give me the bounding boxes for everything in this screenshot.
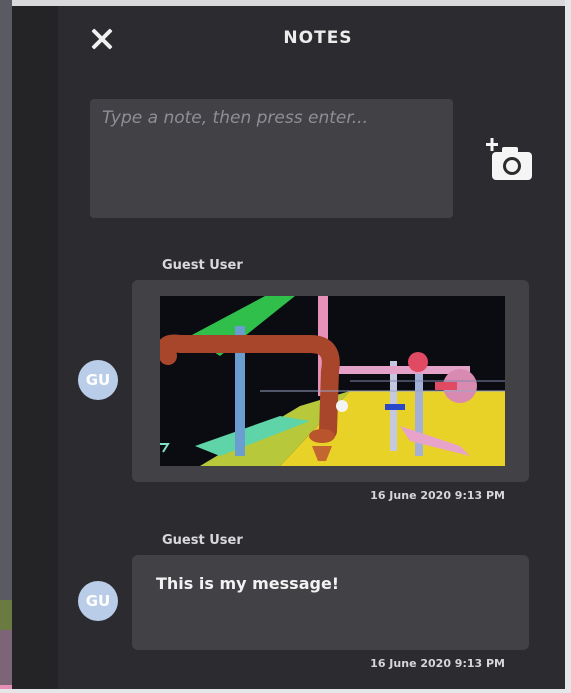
note-timestamp: 16 June 2020 9:13 PM (370, 489, 505, 502)
frame-right (565, 0, 571, 693)
note-message: This is my message! (156, 574, 340, 593)
avatar: GU (78, 360, 118, 400)
background-viewport-strip (0, 0, 12, 693)
close-icon[interactable] (89, 26, 115, 52)
avatar: GU (78, 581, 118, 621)
add-photo-icon[interactable] (486, 138, 534, 182)
frame-bottom (0, 689, 571, 693)
note-author: Guest User (162, 258, 243, 273)
note-timestamp: 16 June 2020 9:13 PM (370, 657, 505, 670)
note-input[interactable] (90, 99, 453, 218)
note-author: Guest User (162, 533, 243, 548)
note-text-bubble (132, 555, 529, 650)
note-image-thumbnail[interactable] (160, 296, 505, 466)
panel-gutter (12, 6, 58, 689)
panel-title: NOTES (283, 28, 353, 48)
